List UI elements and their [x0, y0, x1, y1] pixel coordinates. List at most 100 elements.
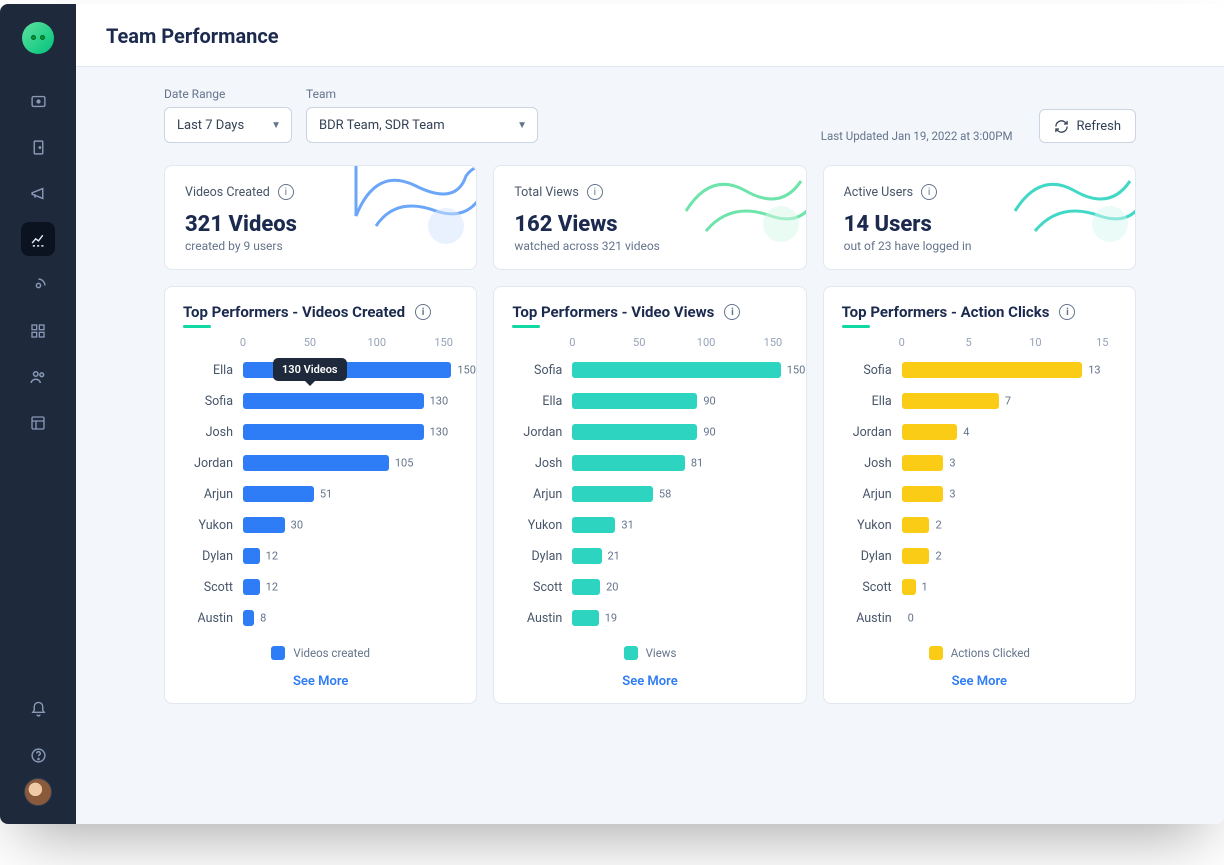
axis-tick: 0 — [899, 336, 905, 349]
nav-help-icon[interactable] — [21, 738, 55, 772]
nav-orbit-icon[interactable] — [21, 268, 55, 302]
axis-tick: 50 — [304, 336, 316, 349]
bar-category-label: Dylan — [183, 549, 243, 564]
bar[interactable] — [902, 486, 944, 502]
bar-value-label: 2 — [935, 550, 941, 563]
bar-track: 30 — [243, 515, 458, 535]
legend-label: Actions Clicked — [951, 646, 1030, 660]
bar-track: 19 — [572, 608, 787, 628]
bar[interactable] — [243, 610, 254, 626]
axis-ticks: 050100150 — [572, 336, 779, 352]
chart-bars: Sofia150Ella90Jordan90Josh81Arjun58Yukon… — [512, 360, 787, 628]
bar[interactable] — [243, 548, 260, 564]
chart-title: Top Performers - Action Clicks — [842, 303, 1050, 321]
filters-row: Date Range Last 7 Days ▼ Team BDR Team, … — [164, 87, 1136, 143]
bar-track: 12 — [243, 546, 458, 566]
field-date-range: Date Range Last 7 Days ▼ — [164, 87, 292, 143]
bar-value-label: 21 — [608, 550, 620, 563]
see-more-link[interactable]: See More — [842, 674, 1117, 689]
chart-legend: Actions Clicked — [842, 646, 1117, 660]
nav-megaphone-icon[interactable] — [21, 176, 55, 210]
refresh-button[interactable]: Refresh — [1039, 109, 1136, 143]
legend-swatch — [271, 646, 285, 660]
nav-record-icon[interactable] — [21, 84, 55, 118]
bar-row: Dylan2 — [842, 546, 1117, 566]
title-underline — [183, 325, 211, 328]
bar[interactable] — [243, 486, 314, 502]
bar-row: Scott1 — [842, 577, 1117, 597]
nav-layout-icon[interactable] — [21, 406, 55, 440]
bar[interactable] — [572, 610, 598, 626]
bar[interactable] — [902, 517, 930, 533]
bar[interactable] — [572, 548, 601, 564]
bar-row: Sofia150 — [512, 360, 787, 380]
bar-row: Austin19 — [512, 608, 787, 628]
bar[interactable] — [902, 362, 1083, 378]
bar[interactable] — [572, 517, 615, 533]
info-icon[interactable]: i — [278, 184, 294, 200]
info-icon[interactable]: i — [1059, 304, 1075, 320]
bar-value-label: 20 — [606, 581, 618, 594]
bar-value-label: 12 — [266, 550, 278, 563]
bar[interactable] — [902, 579, 916, 595]
bar-value-label: 130 — [430, 426, 449, 439]
bar[interactable] — [243, 517, 285, 533]
bar[interactable] — [243, 393, 424, 409]
info-icon[interactable]: i — [724, 304, 740, 320]
nav-team-icon[interactable] — [21, 360, 55, 394]
bar-track: 90 — [572, 391, 787, 411]
bar-value-label: 8 — [260, 612, 266, 625]
stat-total-views: Total Views i 162 Views watched across 3… — [493, 165, 806, 270]
bar-category-label: Arjun — [183, 487, 243, 502]
bar-row: Josh3 — [842, 453, 1117, 473]
title-underline — [842, 325, 870, 328]
team-select[interactable]: BDR Team, SDR Team ▼ — [306, 107, 538, 143]
bar-row: Arjun51 — [183, 484, 458, 504]
bar-row: Austin0 — [842, 608, 1117, 628]
bar-value-label: 90 — [703, 395, 715, 408]
bar[interactable] — [572, 486, 653, 502]
bar-track: 130 — [243, 422, 458, 442]
axis-tick: 15 — [1096, 336, 1108, 349]
see-more-link[interactable]: See More — [512, 674, 787, 689]
bar[interactable] — [243, 579, 260, 595]
bar[interactable] — [902, 424, 958, 440]
bar-row: Dylan 12 — [183, 546, 458, 566]
date-range-select[interactable]: Last 7 Days ▼ — [164, 107, 292, 143]
chevron-down-icon: ▼ — [271, 120, 281, 131]
bar-row: Josh81 — [512, 453, 787, 473]
nav-bell-icon[interactable] — [21, 692, 55, 726]
bar-track: 3 — [902, 453, 1117, 473]
topbar: Team Performance — [76, 4, 1224, 67]
bar[interactable] — [902, 455, 944, 471]
bar[interactable] — [572, 362, 780, 378]
see-more-link[interactable]: See More — [183, 674, 458, 689]
bar[interactable] — [902, 393, 999, 409]
bar-category-label: Yukon — [512, 518, 572, 533]
bar-track: 2 — [902, 546, 1117, 566]
bar-row: Scott20 — [512, 577, 787, 597]
bar[interactable] — [572, 455, 685, 471]
bar-category-label: Arjun — [842, 487, 902, 502]
nav-door-icon[interactable] — [21, 130, 55, 164]
bar[interactable] — [572, 393, 697, 409]
bar-track: 51 — [243, 484, 458, 504]
bar[interactable] — [572, 424, 697, 440]
logo[interactable] — [22, 22, 54, 54]
last-updated: Last Updated Jan 19, 2022 at 3:00PM — [821, 129, 1013, 143]
bar[interactable] — [572, 579, 600, 595]
nav-apps-icon[interactable] — [21, 314, 55, 348]
info-icon[interactable]: i — [921, 184, 937, 200]
user-avatar[interactable] — [24, 778, 52, 806]
bar-category-label: Scott — [842, 580, 902, 595]
bar-row: Yukon2 — [842, 515, 1117, 535]
info-icon[interactable]: i — [587, 184, 603, 200]
nav-analytics-icon[interactable] — [21, 222, 55, 256]
bar[interactable] — [243, 455, 389, 471]
bar-category-label: Austin — [842, 611, 902, 626]
bar-track: 90 — [572, 422, 787, 442]
bar[interactable] — [243, 424, 424, 440]
info-icon[interactable]: i — [415, 304, 431, 320]
bar-category-label: Ella — [842, 394, 902, 409]
bar[interactable] — [902, 548, 930, 564]
